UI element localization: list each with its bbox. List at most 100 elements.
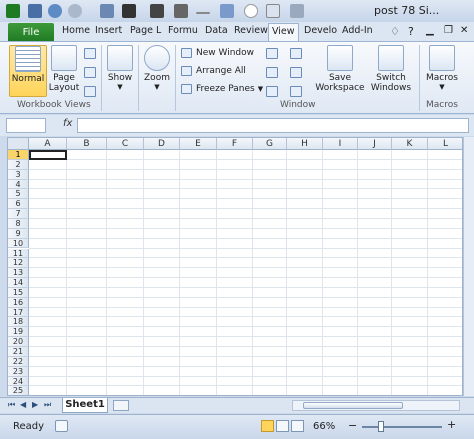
row-header-25[interactable]: 25 bbox=[8, 386, 29, 395]
column-header-j[interactable]: J bbox=[358, 138, 392, 150]
next-sheet-icon[interactable]: ▶ bbox=[32, 400, 38, 409]
row-header-10[interactable]: 10 bbox=[8, 238, 29, 249]
help-icon[interactable]: ♢ bbox=[390, 25, 400, 38]
tab-developer[interactable]: Develo bbox=[304, 25, 337, 36]
table-icon[interactable] bbox=[150, 4, 164, 18]
row-header-19[interactable]: 19 bbox=[8, 327, 29, 338]
zoom-out-icon[interactable]: − bbox=[348, 419, 357, 432]
undo-icon[interactable] bbox=[48, 4, 62, 18]
reset-window-position-icon[interactable] bbox=[290, 86, 302, 97]
redo-icon[interactable] bbox=[68, 4, 82, 18]
prev-sheet-icon[interactable]: ◀ bbox=[20, 400, 26, 409]
unhide-icon[interactable] bbox=[266, 86, 278, 97]
row-header-18[interactable]: 18 bbox=[8, 317, 29, 328]
hide-icon[interactable] bbox=[266, 67, 278, 78]
row-header-14[interactable]: 14 bbox=[8, 278, 29, 288]
column-header-h[interactable]: H bbox=[287, 138, 323, 150]
normal-view-status-icon[interactable] bbox=[261, 420, 274, 432]
restore-icon[interactable]: ❐ bbox=[444, 25, 453, 36]
line-icon[interactable] bbox=[196, 12, 210, 14]
column-header-l[interactable]: L bbox=[428, 138, 462, 150]
switch-windows-button[interactable]: Switch Windows bbox=[366, 45, 416, 93]
select-all-corner[interactable] bbox=[8, 138, 29, 150]
freeze-icon[interactable] bbox=[122, 4, 136, 18]
page-break-preview-icon[interactable] bbox=[84, 48, 96, 59]
spreadsheet-grid[interactable]: A B C D E F G H I J K L 1 2 3 4 5 6 7 8 9 10 11 12 13 14 15 16 17 18 1… bbox=[7, 137, 463, 396]
camera-icon[interactable] bbox=[174, 4, 188, 18]
tab-data[interactable]: Data bbox=[205, 25, 228, 36]
macros-button[interactable]: Macros ▼ bbox=[424, 45, 460, 91]
column-header-g[interactable]: G bbox=[253, 138, 287, 150]
row-header-15[interactable]: 15 bbox=[8, 287, 29, 298]
row-header-23[interactable]: 23 bbox=[8, 366, 29, 377]
row-header-9[interactable]: 9 bbox=[8, 228, 29, 239]
row-header-8[interactable]: 8 bbox=[8, 218, 29, 229]
row-header-17[interactable]: 17 bbox=[8, 307, 29, 318]
tab-add-ins[interactable]: Add-In bbox=[342, 25, 373, 36]
page-layout-button[interactable]: Page Layout bbox=[48, 45, 80, 93]
column-header-i[interactable]: I bbox=[323, 138, 358, 150]
zoom-in-icon[interactable]: + bbox=[447, 418, 456, 431]
insert-function-icon[interactable]: fx bbox=[63, 118, 72, 129]
save-workspace-button[interactable]: Save Workspace bbox=[313, 45, 367, 93]
row-header-22[interactable]: 22 bbox=[8, 356, 29, 367]
first-sheet-icon[interactable]: ⏮ bbox=[8, 400, 15, 410]
full-screen-icon[interactable] bbox=[84, 86, 96, 97]
page-layout-status-icon[interactable] bbox=[276, 420, 289, 432]
split-icon[interactable] bbox=[266, 48, 278, 59]
show-button[interactable]: Show ▼ bbox=[105, 45, 135, 91]
column-header-k[interactable]: K bbox=[392, 138, 428, 150]
active-cell[interactable] bbox=[29, 150, 67, 160]
row-header-1[interactable]: 1 bbox=[8, 150, 29, 160]
row-header-4[interactable]: 4 bbox=[8, 179, 29, 190]
zoom-button[interactable]: Zoom ▼ bbox=[142, 45, 172, 91]
column-header-a[interactable]: A bbox=[29, 138, 67, 150]
row-header-13[interactable]: 13 bbox=[8, 268, 29, 279]
row-header-2[interactable]: 2 bbox=[8, 159, 29, 170]
row-header-7[interactable]: 7 bbox=[8, 209, 29, 219]
question-icon[interactable]: ? bbox=[408, 25, 414, 38]
freeze-panes-button[interactable]: Freeze Panes ▼ bbox=[181, 84, 263, 94]
horizontal-scrollbar[interactable] bbox=[292, 400, 460, 411]
close-icon[interactable]: ✕ bbox=[460, 25, 468, 36]
column-header-c[interactable]: C bbox=[107, 138, 144, 150]
zoom-slider[interactable] bbox=[362, 426, 442, 428]
copy-icon[interactable] bbox=[266, 4, 280, 18]
column-header-b[interactable]: B bbox=[67, 138, 107, 150]
last-sheet-icon[interactable]: ⏭ bbox=[44, 400, 51, 410]
row-header-3[interactable]: 3 bbox=[8, 169, 29, 180]
scroll-thumb[interactable] bbox=[303, 402, 403, 409]
column-header-d[interactable]: D bbox=[144, 138, 180, 150]
tab-formulas[interactable]: Formu bbox=[168, 25, 198, 36]
insert-sheet-icon[interactable] bbox=[113, 400, 129, 411]
row-header-24[interactable]: 24 bbox=[8, 376, 29, 387]
shapes-icon[interactable] bbox=[100, 4, 114, 18]
row-header-5[interactable]: 5 bbox=[8, 189, 29, 200]
chart-icon[interactable] bbox=[220, 4, 234, 18]
custom-views-icon[interactable] bbox=[84, 67, 96, 78]
new-window-button[interactable]: New Window bbox=[181, 48, 254, 58]
view-side-by-side-icon[interactable] bbox=[290, 48, 302, 59]
zoom-slider-thumb[interactable] bbox=[378, 421, 384, 432]
circle-icon[interactable] bbox=[244, 4, 258, 18]
row-header-21[interactable]: 21 bbox=[8, 347, 29, 357]
normal-view-button[interactable]: Normal bbox=[9, 45, 47, 97]
tab-page-layout[interactable]: Page L bbox=[130, 25, 161, 36]
row-header-16[interactable]: 16 bbox=[8, 297, 29, 308]
zoom-level[interactable]: 66% bbox=[313, 421, 335, 432]
page-break-status-icon[interactable] bbox=[291, 420, 304, 432]
tab-view[interactable]: View bbox=[268, 23, 299, 43]
arrange-all-button[interactable]: Arrange All bbox=[181, 66, 246, 76]
sheet-tab[interactable]: Sheet1 bbox=[62, 398, 108, 413]
tab-home[interactable]: Home bbox=[62, 25, 90, 36]
column-header-e[interactable]: E bbox=[180, 138, 217, 150]
row-header-20[interactable]: 20 bbox=[8, 337, 29, 347]
formula-input[interactable] bbox=[77, 118, 469, 133]
tab-insert[interactable]: Insert bbox=[95, 25, 122, 36]
row-header-11[interactable]: 11 bbox=[8, 248, 29, 259]
tab-review[interactable]: Review bbox=[234, 25, 268, 36]
synchronous-scrolling-icon[interactable] bbox=[290, 67, 302, 78]
row-header-6[interactable]: 6 bbox=[8, 199, 29, 210]
macro-record-icon[interactable] bbox=[55, 420, 68, 432]
dropdown-icon[interactable] bbox=[290, 4, 304, 18]
